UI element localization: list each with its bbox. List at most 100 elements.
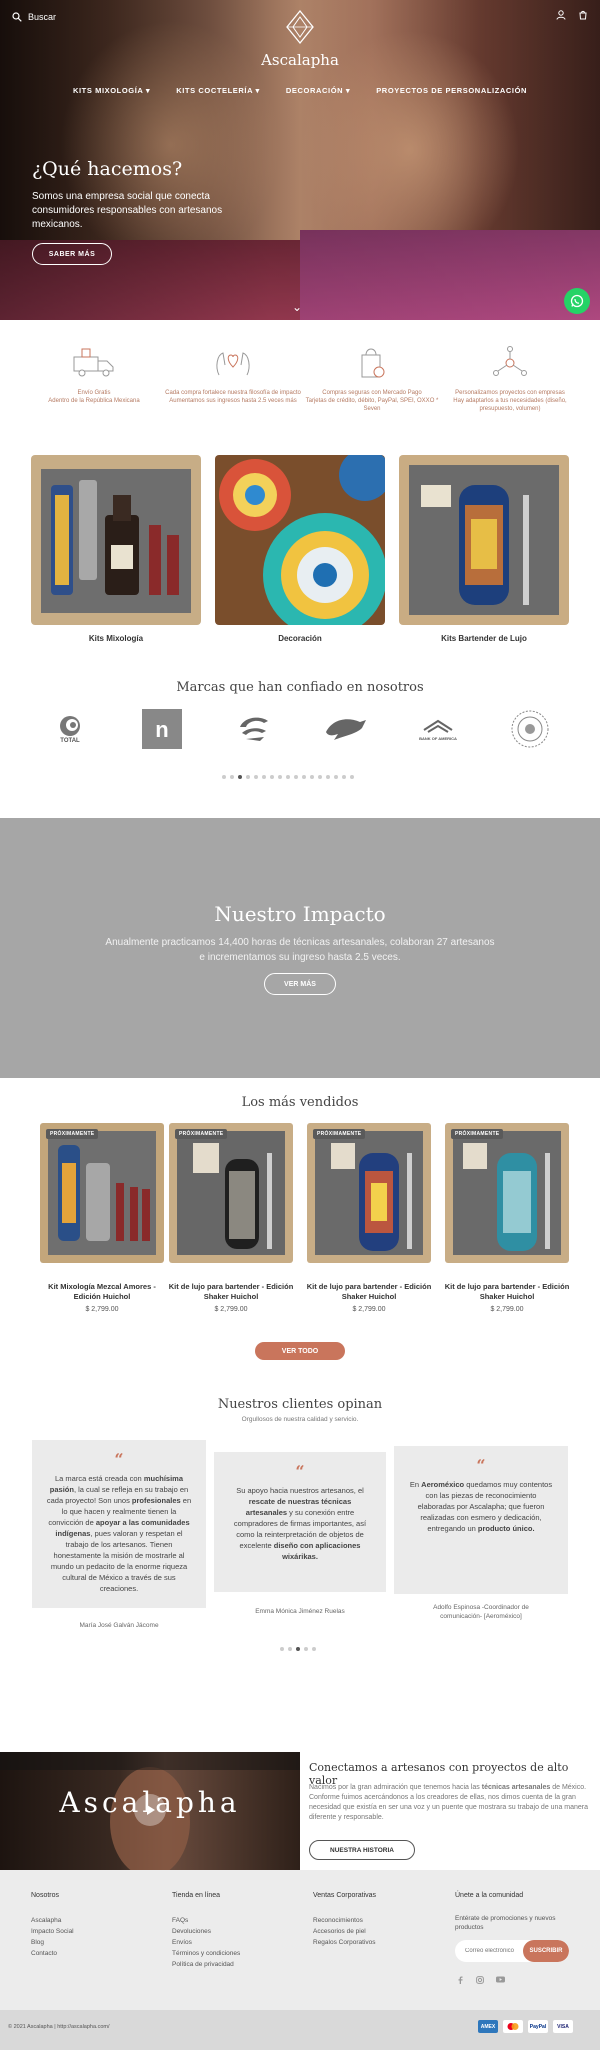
carousel-dot[interactable]	[230, 775, 234, 779]
ver-mas-button[interactable]: VER MÁS	[264, 973, 336, 995]
category-image	[399, 455, 569, 625]
category-kits-mixologia[interactable]	[31, 455, 201, 625]
carousel-dot[interactable]	[342, 775, 346, 779]
footer-link[interactable]: Devoluciones	[172, 1926, 240, 1937]
social-links	[457, 1976, 505, 1984]
carousel-dot[interactable]	[304, 1647, 308, 1651]
main-nav: KITS MIXOLOGÍA ▾ KITS COCTELERÍA ▾ DECOR…	[0, 86, 600, 95]
feature-text: Compras seguras con Mercado Pago Tarjeta…	[305, 390, 439, 412]
cart-icon[interactable]	[578, 10, 588, 20]
whatsapp-button[interactable]	[564, 288, 590, 314]
carousel-dot[interactable]	[278, 775, 282, 779]
category-kits-bartender[interactable]	[399, 455, 569, 625]
footer-link[interactable]: Regalos Corporativos	[313, 1937, 376, 1948]
carousel-dot[interactable]	[254, 775, 258, 779]
footer-links: FAQs Devoluciones Envíos Términos y cond…	[172, 1915, 240, 1970]
carousel-dot[interactable]	[262, 775, 266, 779]
subscribe-button[interactable]: SUSCRIBIR	[523, 1940, 569, 1962]
product-name[interactable]: Kit de lujo para bartender - Edición Sha…	[304, 1282, 434, 1302]
paypal-icon: PayPal	[528, 2020, 548, 2033]
nav-proyectos[interactable]: PROYECTOS DE PERSONALIZACIÓN	[376, 86, 527, 95]
footer-col-title: Únete a la comunidad	[455, 1892, 524, 1899]
scroll-down-icon[interactable]: ⌄	[292, 300, 302, 314]
carousel-dot[interactable]	[294, 775, 298, 779]
email-field[interactable]	[465, 1948, 523, 1954]
product-image	[445, 1123, 569, 1263]
footer-links: Ascalapha Impacto Social Blog Contacto	[31, 1915, 74, 1959]
footer-link[interactable]: Ascalapha	[31, 1915, 74, 1926]
aeromexico-logo-icon	[240, 717, 268, 741]
nav-decoracion[interactable]: DECORACIÓN ▾	[286, 86, 350, 95]
brand-logo: BANK OF AMERICA	[408, 705, 468, 753]
instagram-icon[interactable]	[476, 1976, 484, 1984]
product-card[interactable]: PRÓXIMAMENTE	[169, 1123, 293, 1263]
footer-link[interactable]: Impacto Social	[31, 1926, 74, 1937]
footer-link[interactable]: Contacto	[31, 1948, 74, 1959]
testimonial-card: “ Su apoyo hacia nuestros artesanos, el …	[214, 1452, 386, 1592]
nav-kits-cocteleria[interactable]: KITS COCTELERÍA ▾	[176, 86, 260, 95]
youtube-icon[interactable]	[496, 1976, 505, 1983]
visa-icon: VISA	[553, 2020, 573, 2033]
carousel-dot[interactable]	[288, 1647, 292, 1651]
network-icon	[493, 346, 527, 376]
nav-kits-mixologia[interactable]: KITS MIXOLOGÍA ▾	[73, 86, 150, 95]
ver-todo-button[interactable]: VER TODO	[255, 1342, 345, 1360]
carousel-dot[interactable]	[270, 775, 274, 779]
search-icon	[12, 12, 22, 22]
footer-col-title: Nosotros	[31, 1892, 60, 1899]
account-icon[interactable]	[556, 10, 566, 20]
brand-logo: n	[132, 705, 192, 753]
whatsapp-icon	[570, 294, 584, 308]
saber-mas-button[interactable]: SABER MÁS	[32, 243, 112, 265]
category-decoracion[interactable]	[215, 455, 385, 625]
site-logo[interactable]: Ascalapha	[250, 9, 350, 69]
category-label[interactable]: Kits Bartender de Lujo	[399, 634, 569, 643]
footer-link[interactable]: Accesorios de piel	[313, 1926, 376, 1937]
carousel-dot[interactable]	[296, 1647, 300, 1651]
category-label[interactable]: Decoración	[215, 634, 385, 643]
search-label: Buscar	[28, 12, 57, 22]
carousel-dot[interactable]	[286, 775, 290, 779]
broncos-logo-icon	[326, 719, 366, 740]
product-image	[169, 1123, 293, 1263]
round-emblem-logo-icon	[511, 710, 549, 748]
impact-title: Nuestro Impacto	[214, 902, 386, 926]
product-image	[307, 1123, 431, 1263]
footer-link[interactable]: Política de privacidad	[172, 1959, 240, 1970]
video-player[interactable]: Ascalapha	[0, 1752, 300, 1870]
search-button[interactable]: Buscar	[12, 12, 56, 22]
carousel-dot[interactable]	[246, 775, 250, 779]
play-button[interactable]	[134, 1794, 166, 1826]
carousel-dot[interactable]	[312, 1647, 316, 1651]
carousel-dot[interactable]	[350, 775, 354, 779]
product-price: $ 2,799.00	[85, 1306, 119, 1313]
product-price: $ 2,799.00	[214, 1306, 248, 1313]
footer-link[interactable]: Reconocimientos	[313, 1915, 376, 1926]
carousel-dot[interactable]	[238, 775, 242, 779]
product-name[interactable]: Kit de lujo para bartender - Edición Sha…	[442, 1282, 572, 1302]
hero-title: ¿Qué hacemos?	[32, 158, 183, 180]
product-card[interactable]: PRÓXIMAMENTE	[445, 1123, 569, 1263]
product-card[interactable]: PRÓXIMAMENTE	[40, 1123, 164, 1263]
quote-icon: “	[476, 1456, 486, 1475]
footer-link[interactable]: Términos y condiciones	[172, 1948, 240, 1959]
carousel-dot[interactable]	[334, 775, 338, 779]
product-name[interactable]: Kit de lujo para bartender - Edición Sha…	[166, 1282, 296, 1302]
carousel-dot[interactable]	[280, 1647, 284, 1651]
product-name[interactable]: Kit Mixología Mezcal Amores - Edición Hu…	[37, 1282, 167, 1302]
facebook-icon[interactable]	[457, 1976, 464, 1984]
product-card[interactable]: PRÓXIMAMENTE	[307, 1123, 431, 1263]
brand-logo	[316, 705, 376, 753]
carousel-dot[interactable]	[326, 775, 330, 779]
footer-link[interactable]: Blog	[31, 1937, 74, 1948]
testimonial-card: “ La marca está creada con muchísima pas…	[32, 1440, 206, 1608]
carousel-dot[interactable]	[222, 775, 226, 779]
carousel-dot[interactable]	[318, 775, 322, 779]
bank-of-america-logo-icon	[423, 719, 453, 733]
nuestra-historia-button[interactable]: NUESTRA HISTORIA	[309, 1840, 415, 1860]
footer-link[interactable]: FAQs	[172, 1915, 240, 1926]
carousel-dot[interactable]	[302, 775, 306, 779]
category-label[interactable]: Kits Mixología	[31, 634, 201, 643]
carousel-dot[interactable]	[310, 775, 314, 779]
footer-link[interactable]: Envíos	[172, 1937, 240, 1948]
